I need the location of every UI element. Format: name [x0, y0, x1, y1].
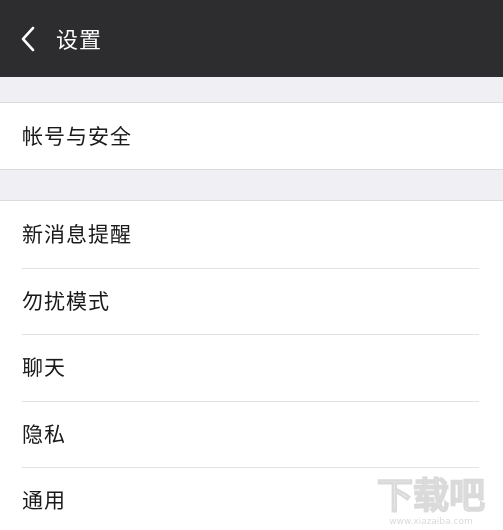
settings-group-account: 帐号与安全 [0, 102, 503, 170]
settings-item-account-security[interactable]: 帐号与安全 [0, 103, 503, 169]
svg-text:www.xiazaiba.com: www.xiazaiba.com [389, 517, 473, 527]
svg-text:下载吧: 下载吧 [377, 476, 485, 517]
settings-item-label: 隐私 [22, 422, 66, 447]
settings-item-label: 勿扰模式 [22, 289, 110, 314]
chevron-left-icon[interactable] [16, 24, 40, 54]
watermark-logo: 下载吧 www.xiazaiba.com [376, 475, 485, 527]
settings-item-label: 新消息提醒 [22, 223, 132, 248]
settings-item-label: 帐号与安全 [22, 125, 132, 149]
section-gap [0, 170, 503, 200]
settings-item-do-not-disturb[interactable]: 勿扰模式 [0, 267, 503, 335]
settings-item-label: 通用 [22, 489, 66, 514]
page-title: 设置 [56, 28, 103, 54]
settings-item-chats[interactable]: 聊天 [0, 334, 503, 401]
settings-item-label: 聊天 [22, 356, 66, 381]
settings-page: 设置 帐号与安全 新消息提醒 勿扰模式 聊天 隐私 通用 下载吧 www.xia… [0, 0, 503, 530]
top-bar: 设置 [0, 0, 503, 77]
settings-item-privacy[interactable]: 隐私 [0, 400, 503, 468]
settings-item-new-message-alerts[interactable]: 新消息提醒 [0, 201, 503, 268]
section-gap [0, 77, 503, 102]
